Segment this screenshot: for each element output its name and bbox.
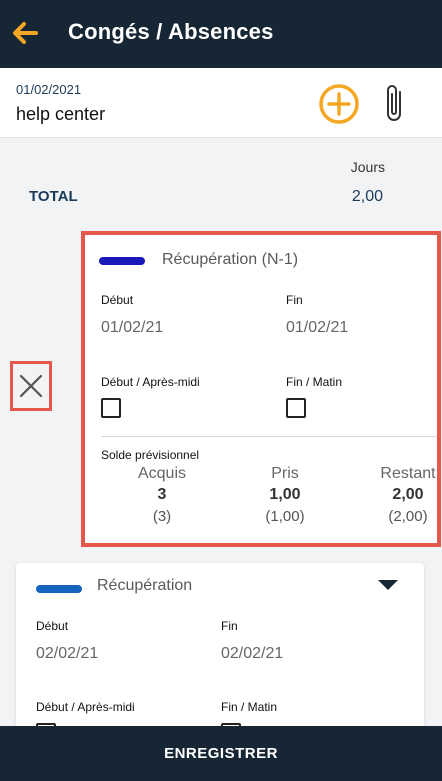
attach-button[interactable] [380, 82, 410, 126]
end-date-field[interactable]: 01/02/21 [286, 319, 348, 337]
total-label: TOTAL [29, 188, 78, 205]
leave-type-label: Récupération [97, 577, 193, 594]
balance-label: Solde prévisionnel [101, 448, 200, 462]
balance-remaining: Restant 2,00 (2,00) [358, 465, 437, 525]
end-date-label: Fin [221, 619, 238, 633]
leave-type-label: Récupération (N-1) [162, 251, 299, 268]
balance-remaining-value: 2,00 [392, 486, 424, 503]
chevron-down-icon[interactable] [378, 580, 398, 590]
end-morning-checkbox[interactable] [286, 398, 306, 418]
balance-acquired-label: Acquis [137, 465, 187, 482]
app-bar: Congés / Absences [0, 0, 442, 68]
close-icon [19, 374, 43, 398]
arrow-left-icon [13, 22, 38, 44]
balance-acquired-sub: (3) [152, 508, 172, 525]
leave-entry-card-2: Récupération Début 02/02/21 Fin 02/02/21… [16, 563, 424, 733]
plus-circle-icon [319, 84, 359, 124]
end-morning-label: Fin / Matin [221, 700, 278, 714]
start-date-label: Début [101, 293, 134, 307]
request-name: help center [16, 104, 106, 124]
balance-taken-value: 1,00 [269, 486, 301, 503]
total-value: 2,00 [351, 188, 383, 205]
balance-remaining-sub: (2,00) [388, 508, 428, 525]
add-entry-button[interactable] [318, 83, 360, 125]
request-date: 01/02/2021 [16, 82, 82, 97]
leave-entry-card: Récupération (N-1) Début 01/02/21 Fin 01… [81, 231, 441, 547]
leave-type-color-bar [99, 257, 145, 265]
start-date-field[interactable]: 01/02/21 [101, 319, 163, 337]
remove-entry-button[interactable] [10, 361, 52, 411]
leave-type-color-bar [36, 585, 82, 593]
end-morning-label: Fin / Matin [286, 375, 343, 389]
start-afternoon-label: Début / Après-midi [36, 700, 135, 714]
end-date-field[interactable]: 02/02/21 [221, 645, 283, 663]
back-button[interactable] [8, 16, 42, 50]
paperclip-icon [387, 85, 401, 121]
start-afternoon-label: Début / Après-midi [101, 375, 200, 389]
end-date-label: Fin [286, 293, 303, 307]
balance-taken-label: Pris [271, 465, 299, 482]
start-afternoon-checkbox[interactable] [101, 398, 121, 418]
page-title: Congés / Absences [68, 19, 274, 44]
days-column-header: Jours [350, 159, 385, 175]
request-info: 01/02/2021 help center [0, 68, 442, 138]
start-date-field[interactable]: 02/02/21 [36, 645, 98, 663]
balance-taken-sub: (1,00) [265, 508, 305, 525]
balance-taken: Pris 1,00 (1,00) [235, 465, 335, 525]
balance-acquired-value: 3 [157, 486, 167, 503]
save-button-label: ENREGISTRER [164, 745, 278, 762]
balance-remaining-label: Restant [380, 465, 436, 482]
balance-acquired: Acquis 3 (3) [112, 465, 212, 525]
card-divider [101, 436, 437, 437]
save-button[interactable]: ENREGISTRER [0, 726, 442, 781]
start-date-label: Début [36, 619, 69, 633]
